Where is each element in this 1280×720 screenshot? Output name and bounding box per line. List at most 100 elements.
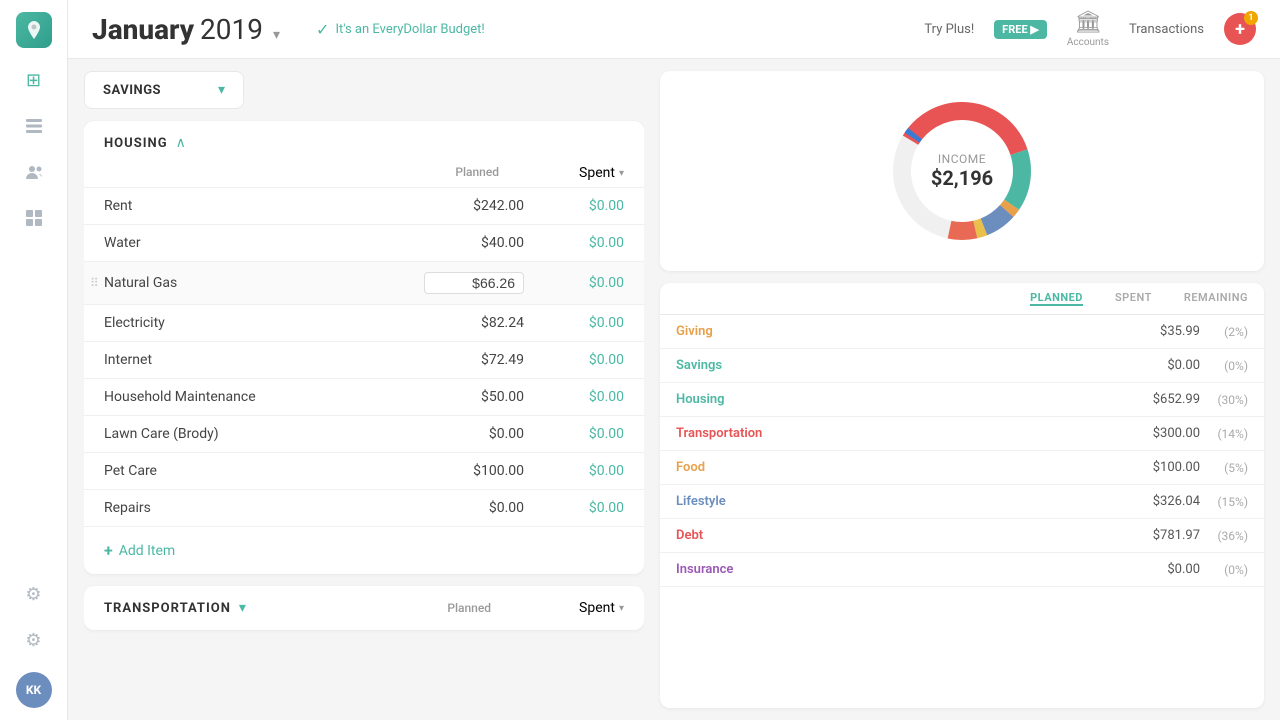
category-transportation[interactable]: Transportation xyxy=(676,426,1122,441)
table-row[interactable]: Internet $72.49 $0.00 xyxy=(84,341,644,378)
row-name: Lawn Care (Brody) xyxy=(104,426,414,442)
table-row[interactable]: Repairs $0.00 $0.00 xyxy=(84,489,644,526)
summary-col-headers: PLANNED SPENT REMAINING xyxy=(968,291,1248,306)
transportation-chevron-icon: ▾ xyxy=(239,600,246,616)
transportation-title: TRANSPORTATION xyxy=(104,601,231,616)
summary-row-housing[interactable]: Housing $652.99 (30%) xyxy=(660,383,1264,417)
food-pct: (5%) xyxy=(1208,461,1248,475)
row-name: Repairs xyxy=(104,500,414,516)
category-housing[interactable]: Housing xyxy=(676,392,1122,407)
category-debt[interactable]: Debt xyxy=(676,528,1122,543)
donut-chart: INCOME $2,196 xyxy=(882,91,1042,251)
table-row[interactable]: Pet Care $100.00 $0.00 xyxy=(84,452,644,489)
debt-amount: $781.97 xyxy=(1130,528,1200,543)
row-spent: $0.00 xyxy=(524,389,624,405)
row-name: Rent xyxy=(104,198,414,214)
table-row[interactable]: Rent $242.00 $0.00 xyxy=(84,187,644,224)
bank-icon: 🏛 xyxy=(1074,10,1102,35)
row-planned: $242.00 xyxy=(414,198,524,214)
users-icon[interactable] xyxy=(20,158,48,186)
month-year-display[interactable]: January 2019 ▾ xyxy=(92,13,280,46)
table-row[interactable]: ⠿ Natural Gas $0.00 xyxy=(84,261,644,304)
category-food[interactable]: Food xyxy=(676,460,1122,475)
row-spent: $0.00 xyxy=(524,352,624,368)
table-row[interactable]: Lawn Care (Brody) $0.00 $0.00 xyxy=(84,415,644,452)
summary-row-giving[interactable]: Giving $35.99 (2%) xyxy=(660,315,1264,349)
transportation-section: TRANSPORTATION ▾ Planned Spent ▾ xyxy=(84,586,644,630)
category-giving[interactable]: Giving xyxy=(676,324,1122,339)
month-dropdown-arrow[interactable]: ▾ xyxy=(273,27,280,43)
giving-pct: (2%) xyxy=(1208,325,1248,339)
try-plus-link[interactable]: Try Plus! xyxy=(924,22,974,37)
add-item-label: Add Item xyxy=(119,543,176,559)
spent-header[interactable]: SPENT xyxy=(1115,291,1152,306)
add-item-button[interactable]: + Add Item xyxy=(84,526,644,574)
year-title: 2019 xyxy=(200,13,263,46)
table-row[interactable]: Household Maintenance $50.00 $0.00 xyxy=(84,378,644,415)
row-name: Electricity xyxy=(104,315,414,331)
table-row[interactable]: Water $40.00 $0.00 xyxy=(84,224,644,261)
housing-header[interactable]: HOUSING ∧ xyxy=(84,121,644,165)
month-title: January xyxy=(92,13,194,46)
remaining-header[interactable]: REMAINING xyxy=(1184,291,1248,306)
category-insurance[interactable]: Insurance xyxy=(676,562,1122,577)
food-amount: $100.00 xyxy=(1130,460,1200,475)
savings-amount: $0.00 xyxy=(1130,358,1200,373)
summary-row-insurance[interactable]: Insurance $0.00 (0%) xyxy=(660,553,1264,587)
summary-row-transportation[interactable]: Transportation $300.00 (14%) xyxy=(660,417,1264,451)
row-spent: $0.00 xyxy=(524,198,624,214)
dashboard-icon[interactable]: ⊞ xyxy=(20,66,48,94)
spent-col-header[interactable]: Spent ▾ xyxy=(579,165,624,181)
summary-row-food[interactable]: Food $100.00 (5%) xyxy=(660,451,1264,485)
savings-pct: (0%) xyxy=(1208,359,1248,373)
transportation-amount: $300.00 xyxy=(1130,426,1200,441)
row-planned: $40.00 xyxy=(414,235,524,251)
transport-sort-icon: ▾ xyxy=(619,603,624,614)
transportation-header[interactable]: TRANSPORTATION ▾ Planned Spent ▾ xyxy=(84,586,644,630)
row-planned: $50.00 xyxy=(414,389,524,405)
savings-label: SAVINGS xyxy=(103,83,161,98)
accounts-nav[interactable]: 🏛 Accounts xyxy=(1067,10,1109,48)
housing-title: HOUSING xyxy=(104,136,168,151)
row-spent: $0.00 xyxy=(524,426,624,442)
row-name: Internet xyxy=(104,352,414,368)
row-planned: $72.49 xyxy=(414,352,524,368)
play-icon[interactable] xyxy=(20,204,48,232)
planned-header[interactable]: PLANNED xyxy=(1030,291,1083,306)
summary-row-debt[interactable]: Debt $781.97 (36%) xyxy=(660,519,1264,553)
lifestyle-amount: $326.04 xyxy=(1130,494,1200,509)
table-row[interactable]: Electricity $82.24 $0.00 xyxy=(84,304,644,341)
housing-section: HOUSING ∧ Planned Spent ▾ Rent $242.00 $… xyxy=(84,121,644,574)
add-transaction-button[interactable]: + 1 xyxy=(1224,13,1256,45)
transactions-link[interactable]: Transactions xyxy=(1129,22,1204,37)
summary-row-lifestyle[interactable]: Lifestyle $326.04 (15%) xyxy=(660,485,1264,519)
summary-row-savings[interactable]: Savings $0.00 (0%) xyxy=(660,349,1264,383)
spent-sort-icon: ▾ xyxy=(619,168,624,179)
transport-spent-col[interactable]: Spent ▾ xyxy=(579,600,624,616)
savings-dropdown[interactable]: SAVINGS ▾ xyxy=(84,71,244,109)
planned-col-header: Planned xyxy=(455,165,499,181)
income-amount: $2,196 xyxy=(931,166,993,190)
main-content: January 2019 ▾ ✓ It's an EveryDollar Bud… xyxy=(68,0,1280,720)
body-area: SAVINGS ▾ HOUSING ∧ Planned Spent ▾ xyxy=(68,59,1280,720)
donut-center: INCOME $2,196 xyxy=(931,152,993,190)
housing-amount: $652.99 xyxy=(1130,392,1200,407)
row-planned: $0.00 xyxy=(414,426,524,442)
summary-table: PLANNED SPENT REMAINING Giving $35.99 (2… xyxy=(660,283,1264,708)
row-name: Household Maintenance xyxy=(104,389,414,405)
income-donut-card: INCOME $2,196 xyxy=(660,71,1264,271)
avatar[interactable]: KK xyxy=(16,672,52,708)
planned-amount-input[interactable] xyxy=(424,272,524,294)
housing-col-headers: Planned Spent ▾ xyxy=(84,165,644,187)
category-savings[interactable]: Savings xyxy=(676,358,1122,373)
giving-amount: $35.99 xyxy=(1130,324,1200,339)
logo[interactable] xyxy=(16,12,52,48)
gear-icon[interactable]: ⚙ xyxy=(20,626,48,654)
layers-icon[interactable] xyxy=(20,112,48,140)
category-lifestyle[interactable]: Lifestyle xyxy=(676,494,1122,509)
row-spent: $0.00 xyxy=(524,275,624,291)
topbar: January 2019 ▾ ✓ It's an EveryDollar Bud… xyxy=(68,0,1280,59)
topbar-left: January 2019 ▾ ✓ It's an EveryDollar Bud… xyxy=(92,13,485,46)
try-plus-button[interactable]: FREE ▶ xyxy=(994,20,1047,39)
settings-icon[interactable]: ⚙ xyxy=(20,580,48,608)
